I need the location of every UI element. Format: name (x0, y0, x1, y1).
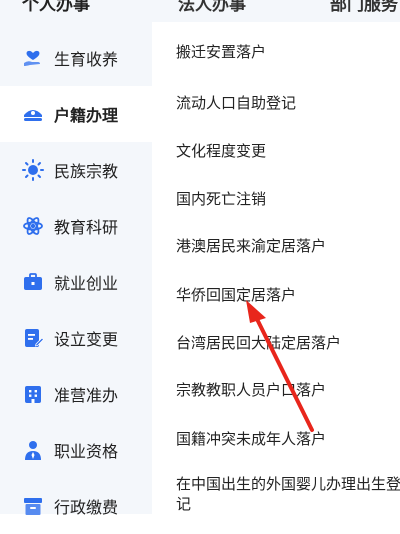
list-item[interactable]: 流动人口自助登记 (176, 92, 400, 113)
tab-department[interactable]: 部门服务 (330, 0, 398, 15)
list-item[interactable]: 搬迁安置落户 (176, 41, 400, 62)
list-item[interactable]: 国籍冲突未成年人落户 (176, 428, 400, 449)
list-item[interactable]: 文化程度变更 (176, 140, 400, 161)
sidebar-item-label: 就业创业 (54, 274, 119, 293)
sun-icon (22, 159, 44, 181)
list-item[interactable]: 国内死亡注销 (176, 188, 400, 209)
edit-document-icon (22, 327, 44, 349)
sidebar-item-label: 民族宗教 (54, 162, 119, 181)
sidebar-item-household-registration[interactable]: 户籍办理 (0, 86, 152, 142)
list-item[interactable]: 港澳居民来渝定居落户 (176, 235, 400, 256)
sidebar-item-label: 准营准办 (54, 386, 119, 405)
sidebar-item-label: 户籍办理 (54, 106, 119, 125)
list-item[interactable]: 在中国出生的外国婴儿办理出生登记 (176, 474, 400, 514)
police-cap-icon (22, 103, 44, 125)
sidebar-item-education-research[interactable]: 教育科研 (0, 198, 152, 254)
sidebar-item-ethnic-religion[interactable]: 民族宗教 (0, 142, 152, 198)
sidebar-item-label: 行政缴费 (54, 498, 119, 517)
sidebar-item-label: 职业资格 (54, 442, 119, 461)
sidebar-item-label: 生育收养 (54, 50, 119, 69)
sidebar-item-label: 设立变更 (54, 330, 119, 349)
top-tab-bar: 个人办事 法人办事 部门服务 (0, 0, 400, 22)
sidebar-item-establishment-change[interactable]: 设立变更 (0, 310, 152, 366)
tab-personal[interactable]: 个人办事 (22, 0, 90, 15)
sidebar-item-label: 教育科研 (54, 218, 119, 237)
list-item[interactable]: 台湾居民回大陆定居落户 (176, 332, 400, 353)
tab-legal-person[interactable]: 法人办事 (178, 0, 246, 15)
list-item[interactable]: 宗教教职人员户口落户 (176, 379, 400, 400)
sidebar-item-employment[interactable]: 就业创业 (0, 254, 152, 310)
briefcase-icon (22, 271, 44, 293)
atom-icon (22, 215, 44, 237)
sidebar-item-administrative-fees[interactable]: 行政缴费 (0, 478, 152, 534)
sidebar-item-birth-adoption[interactable]: 生育收养 (0, 30, 152, 86)
sidebar-item-professional-qualification[interactable]: 职业资格 (0, 422, 152, 478)
sidebar-item-business-permit[interactable]: 准营准办 (0, 366, 152, 422)
family-icon (22, 47, 44, 69)
service-list: 搬迁安置落户 流动人口自助登记 文化程度变更 国内死亡注销 港澳居民来渝定居落户… (152, 22, 400, 514)
category-sidebar: 生育收养 户籍办理 民族宗教 教育科研 就业创业 设立变更 准营准办 职业资格 … (0, 22, 152, 517)
list-item[interactable]: 华侨回国定居落户 (176, 284, 400, 305)
building-icon (22, 383, 44, 405)
person-badge-icon (22, 439, 44, 461)
